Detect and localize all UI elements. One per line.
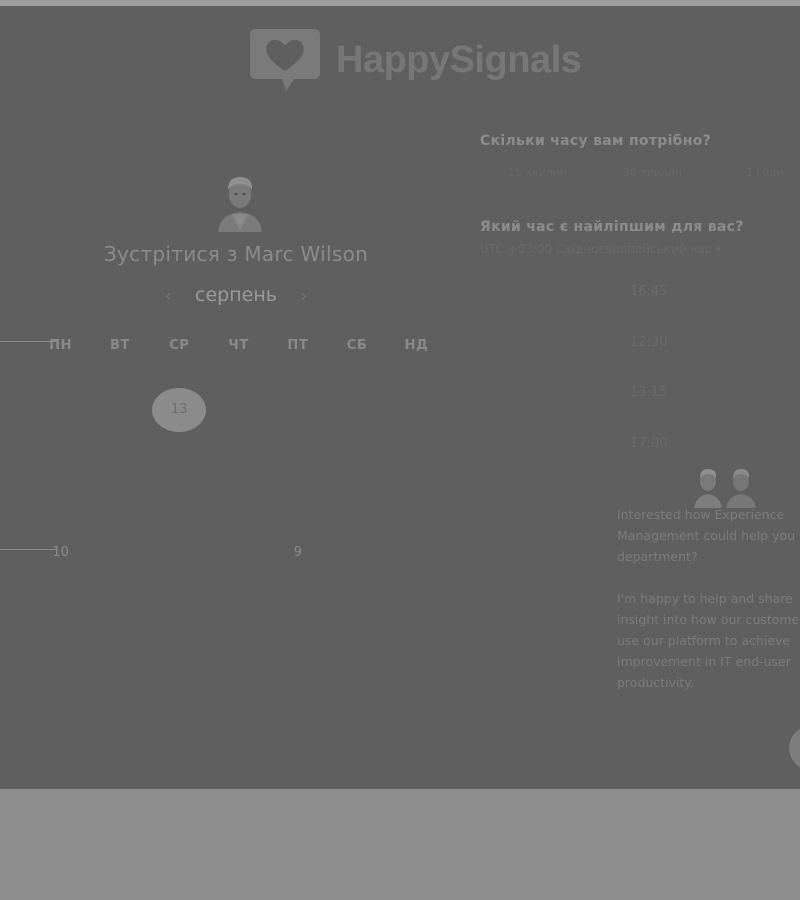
calendar-day[interactable] [327, 481, 386, 529]
calendar-day[interactable] [31, 434, 90, 482]
calendar-day[interactable] [31, 386, 90, 434]
calendar-day[interactable] [387, 386, 446, 434]
calendar-day-selected[interactable]: 13 [150, 386, 209, 434]
calendar-day[interactable] [90, 434, 149, 482]
weekday-header: ПН ВТ СР ЧТ ПТ СБ НД [31, 338, 445, 358]
calendar-day[interactable] [150, 529, 209, 577]
calendar-grid: 13 10 9 [31, 386, 445, 576]
time-slot[interactable]: 13:15 [630, 385, 667, 400]
calendar-day[interactable] [268, 386, 327, 434]
duration-option-15[interactable]: 15 хвилин [508, 166, 567, 179]
calendar-day[interactable] [327, 529, 386, 577]
selected-day-badge[interactable]: 13 [152, 387, 207, 432]
calendar-day[interactable] [90, 529, 149, 577]
calendar-day[interactable] [90, 481, 149, 529]
calendar-day[interactable] [31, 481, 90, 529]
meeting-title-prefix: Зустрітися з [103, 242, 245, 266]
weekday-thu: ЧТ [228, 338, 249, 353]
host-message: Interested how Experience Management cou… [617, 504, 800, 714]
calendar-day[interactable] [387, 434, 446, 482]
timezone-select[interactable]: UTC +03:00 Східноєвропейський час ▾ [480, 242, 721, 256]
heart-chat-logo-icon [250, 29, 320, 91]
month-label: серпень [195, 284, 277, 306]
calendar-day[interactable] [327, 386, 386, 434]
calendar-day[interactable]: 10 [31, 529, 90, 577]
message-paragraph: I'm happy to help and share insight into… [617, 591, 800, 690]
calendar-day[interactable] [209, 529, 268, 577]
calendar-day[interactable]: 9 [268, 529, 327, 577]
calendar-day[interactable] [150, 481, 209, 529]
meeting-title: Зустрітися з Marc Wilson [0, 242, 472, 266]
chat-button[interactable] [789, 726, 800, 770]
calendar-day[interactable] [209, 481, 268, 529]
calendar-day[interactable] [268, 434, 327, 482]
weekday-fri: ПТ [287, 338, 309, 353]
time-slot[interactable]: 17:00 [630, 436, 667, 451]
weekday-mon: ПН [49, 338, 73, 353]
calendar-day[interactable] [209, 386, 268, 434]
duration-question: Скільки часу вам потрібно? [480, 133, 712, 149]
chevron-left-icon[interactable]: ‹ [161, 286, 175, 305]
page: HappySignals Зустрітися з Marc Wilson ‹ … [0, 0, 800, 900]
message-paragraph: Interested how Experience Management cou… [617, 507, 796, 564]
duration-option-30[interactable]: 30 хвилин [623, 166, 682, 179]
weekday-sun: НД [404, 338, 429, 353]
host-avatar [218, 177, 262, 232]
duration-options: 15 хвилин 30 хвилин 1 годи [480, 166, 800, 186]
weekday-wed: СР [169, 338, 190, 353]
weekday-sat: СБ [346, 338, 368, 353]
month-navigation: ‹ серпень › [0, 284, 472, 306]
brand-name: HappySignals [336, 38, 582, 81]
time-slot[interactable]: 12:30 [630, 335, 667, 350]
calendar-day[interactable] [90, 386, 149, 434]
host-name: Marc Wilson [244, 242, 369, 266]
weekday-tue: ВТ [109, 338, 130, 353]
calendar-day[interactable] [268, 481, 327, 529]
duration-option-60[interactable]: 1 годи [746, 166, 784, 179]
calendar-day[interactable] [209, 434, 268, 482]
calendar-day[interactable] [387, 529, 446, 577]
team-avatars [694, 469, 756, 508]
brand-logo: HappySignals [248, 20, 582, 100]
calendar-day[interactable] [150, 434, 209, 482]
calendar-day[interactable] [327, 434, 386, 482]
modal-overlay: HappySignals Зустрітися з Marc Wilson ‹ … [0, 6, 800, 789]
time-question: Який час є найліпшим для вас? [480, 219, 744, 235]
time-slot[interactable]: 16:45 [630, 284, 667, 299]
calendar-day[interactable] [387, 481, 446, 529]
chevron-right-icon[interactable]: › [297, 286, 311, 305]
